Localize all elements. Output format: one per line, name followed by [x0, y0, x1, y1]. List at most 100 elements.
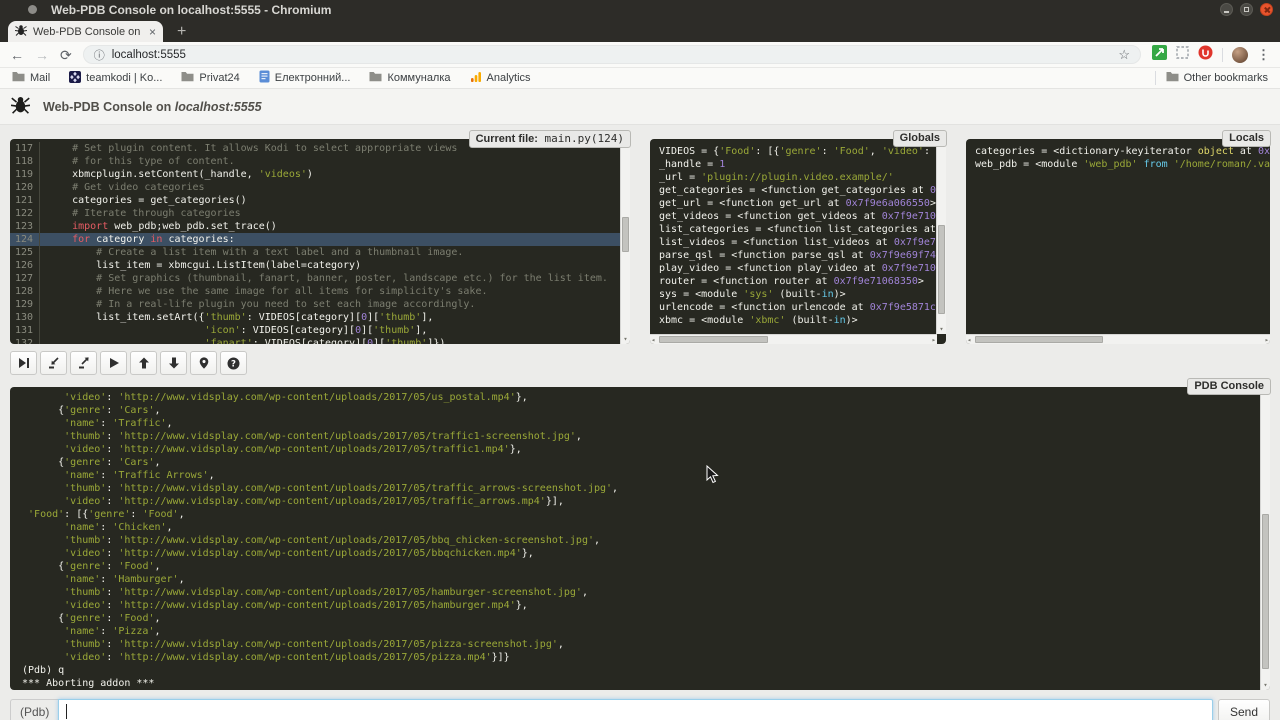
scrollbar-thumb[interactable] — [622, 217, 629, 252]
line-number: 119 — [10, 168, 40, 181]
scrollbar-thumb[interactable] — [1262, 514, 1269, 669]
line-number: 132 — [10, 337, 40, 344]
scrollbar-thumb[interactable] — [938, 225, 945, 315]
scrollbar-thumb[interactable] — [659, 336, 768, 343]
send-button[interactable]: Send — [1218, 699, 1270, 720]
console-line: 'thumb': 'http://www.vidsplay.com/wp-con… — [22, 430, 1270, 443]
new-tab-button[interactable]: + — [177, 24, 186, 40]
code-lines: 117 # Set plugin content. It allows Kodi… — [10, 139, 630, 344]
globals-horizontal-scrollbar[interactable] — [650, 334, 937, 344]
minimize-button[interactable] — [1220, 3, 1233, 16]
pdb-command-input[interactable] — [58, 699, 1213, 720]
code-line: 122 # Iterate through categories — [10, 207, 630, 220]
line-number: 122 — [10, 207, 40, 220]
bookmark-item[interactable]: teamkodi | Ko... — [69, 70, 162, 86]
up-button[interactable] — [130, 351, 157, 375]
svg-text:?: ? — [231, 359, 236, 369]
code-line: 121 categories = get_categories() — [10, 194, 630, 207]
variable-line: get_videos = <function get_videos at 0x7… — [659, 210, 946, 223]
console-line: 'Food': [{'genre': 'Food', — [22, 508, 1270, 521]
bookmark-star-icon[interactable]: ☆ — [1118, 47, 1130, 63]
next-button[interactable] — [10, 351, 37, 375]
step-out-button[interactable] — [70, 351, 97, 375]
code-line: 119 xbmcplugin.setContent(_handle, 'vide… — [10, 168, 630, 181]
console-vertical-scrollbar[interactable] — [1260, 387, 1270, 690]
continue-button[interactable] — [100, 351, 127, 375]
pdb-console-tab: PDB Console — [1187, 378, 1271, 395]
forward-icon[interactable]: → — [35, 48, 49, 62]
reload-icon[interactable]: ⟳ — [60, 48, 72, 62]
help-button[interactable]: ? — [220, 351, 247, 375]
line-number: 130 — [10, 311, 40, 324]
bookmark-item[interactable]: Privat24 — [181, 70, 239, 86]
bookmark-item[interactable]: Коммуналка — [369, 70, 450, 86]
url-text: localhost:5555 — [112, 49, 186, 61]
extension-capture-icon[interactable] — [1176, 46, 1189, 64]
close-window-button[interactable] — [1260, 3, 1273, 16]
console-line: 'thumb': 'http://www.vidsplay.com/wp-con… — [22, 638, 1270, 651]
browser-menu-icon[interactable]: ⋮ — [1257, 47, 1270, 63]
line-number: 127 — [10, 272, 40, 285]
bookmark-label: Analytics — [487, 72, 531, 84]
line-number: 120 — [10, 181, 40, 194]
console-line: 'video': 'http://www.vidsplay.com/wp-con… — [22, 599, 1270, 612]
variable-line: play_video = <function play_video at 0x7… — [659, 262, 946, 275]
bookmark-item[interactable]: Електронний... — [259, 70, 351, 86]
variable-line: _handle = 1 — [659, 158, 946, 171]
code-line: 131 'icon': VIDEOS[category][0]['thumb']… — [10, 324, 630, 337]
tab-strip: Web-PDB Console on loca × + — [0, 19, 1280, 42]
bookmark-item[interactable]: Analytics — [470, 70, 531, 86]
line-number: 117 — [10, 142, 40, 155]
bookmark-label: teamkodi | Ko... — [86, 72, 162, 84]
maximize-button[interactable] — [1240, 3, 1253, 16]
variable-line: router = <function router at 0x7f9e71068… — [659, 275, 946, 288]
code-line: 125 # Create a list item with a text lab… — [10, 246, 630, 259]
address-bar[interactable]: ⓘ localhost:5555 ☆ — [83, 45, 1141, 64]
code-vertical-scrollbar[interactable] — [620, 139, 630, 344]
console-line: 'thumb': 'http://www.vidsplay.com/wp-con… — [22, 534, 1270, 547]
bookmark-item[interactable]: Mail — [12, 70, 50, 86]
site-info-icon[interactable]: ⓘ — [94, 47, 105, 63]
profile-avatar[interactable] — [1232, 47, 1248, 63]
step-into-button[interactable] — [40, 351, 67, 375]
globals-lines: VIDEOS = {'Food': [{'genre': 'Food', 'vi… — [650, 139, 946, 327]
variable-line: sys = <module 'sys' (built-in)> — [659, 288, 946, 301]
console-line: 'video': 'http://www.vidsplay.com/wp-con… — [22, 547, 1270, 560]
console-line: 'thumb': 'http://www.vidsplay.com/wp-con… — [22, 586, 1270, 599]
browser-tab[interactable]: Web-PDB Console on loca × — [8, 21, 163, 42]
scrollbar-thumb[interactable] — [975, 336, 1103, 343]
console-line: 'name': 'Traffic', — [22, 417, 1270, 430]
webpdb-logo-bug-icon — [11, 95, 30, 119]
variable-line: urlencode = <function urlencode at 0x7f9… — [659, 301, 946, 314]
current-file-panel: Current file: main.py(124) 117 # Set plu… — [10, 139, 630, 344]
extension-green-icon[interactable] — [1152, 45, 1167, 65]
locals-horizontal-scrollbar[interactable] — [966, 334, 1270, 344]
locals-tab: Locals — [1222, 130, 1271, 147]
app-dot-icon — [28, 5, 37, 14]
locals-panel: Locals categories = <dictionary-keyitera… — [966, 139, 1270, 344]
variable-line: parse_qsl = <function parse_qsl at 0x7f9… — [659, 249, 946, 262]
where-button[interactable] — [190, 351, 217, 375]
down-button[interactable] — [160, 351, 187, 375]
pdb-prompt-label: (Pdb) — [10, 699, 58, 720]
page-title: Web-PDB Console on localhost:5555 — [43, 100, 262, 114]
line-number: 123 — [10, 220, 40, 233]
bookmarks-list: Mail teamkodi | Ko... Privat24 Електронний.… — [12, 70, 531, 86]
current-file-tab: Current file: main.py(124) — [469, 130, 631, 148]
variable-line: list_categories = <function list_categor… — [659, 223, 946, 236]
back-icon[interactable]: ← — [10, 48, 24, 62]
toolbar-separator — [1222, 48, 1223, 62]
console-line: {'genre': 'Food', — [22, 612, 1270, 625]
debugger-toolbar: ? — [0, 344, 1280, 375]
bookmarks-separator — [1155, 71, 1156, 85]
variable-line: web_pdb = <module 'web_pdb' from '/home/… — [975, 158, 1270, 171]
folder-icon — [12, 71, 25, 85]
line-number: 131 — [10, 324, 40, 337]
tab-close-icon[interactable]: × — [149, 26, 156, 38]
code-line: 130 list_item.setArt({'thumb': VIDEOS[ca… — [10, 311, 630, 324]
line-number: 128 — [10, 285, 40, 298]
other-bookmarks-button[interactable]: Other bookmarks — [1166, 71, 1268, 85]
globals-vertical-scrollbar[interactable] — [936, 139, 946, 334]
extension-blocker-icon[interactable] — [1198, 45, 1213, 65]
line-number: 124 — [10, 233, 40, 246]
